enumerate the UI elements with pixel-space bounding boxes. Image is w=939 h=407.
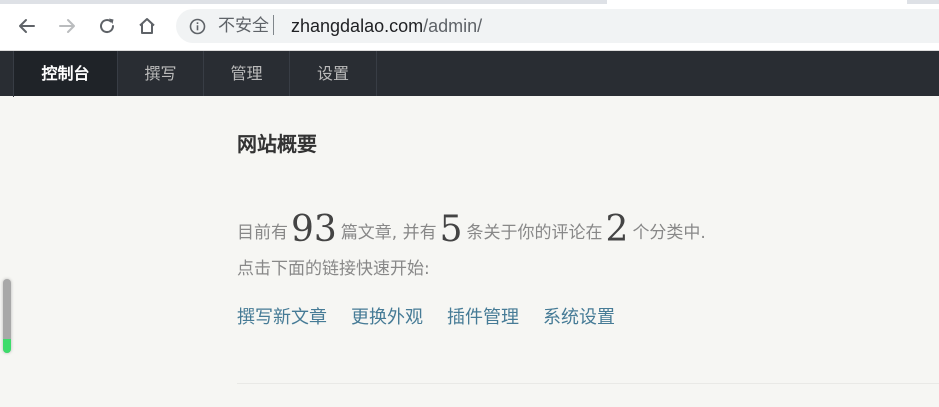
admin-nav: 控制台 撰写 管理 设置 [0, 50, 939, 97]
tab-strip [0, 0, 939, 4]
stats-posts-suffix: 篇文章, 并有 [340, 223, 437, 243]
forward-button[interactable] [53, 12, 81, 40]
page-title: 网站概要 [237, 132, 317, 156]
info-icon[interactable] [189, 18, 206, 35]
category-count: 2 [605, 209, 629, 250]
reload-button[interactable] [93, 12, 121, 40]
back-button[interactable] [13, 12, 41, 40]
comment-count: 5 [439, 209, 463, 250]
nav-item-settings[interactable]: 设置 [290, 51, 377, 96]
nav-item-write[interactable]: 撰写 [118, 51, 204, 96]
back-icon [19, 19, 35, 33]
url-path: /admin/ [423, 16, 483, 36]
change-theme-link[interactable]: 更换外观 [351, 305, 423, 331]
write-post-link[interactable]: 撰写新文章 [237, 305, 327, 331]
system-settings-link[interactable]: 系统设置 [543, 305, 615, 331]
scroll-indicator[interactable] [3, 279, 11, 353]
quick-start-text: 点击下面的链接快速开始: [237, 259, 430, 279]
scroll-indicator-fill [3, 338, 11, 353]
content-divider [237, 383, 939, 384]
forward-icon [59, 19, 75, 33]
quick-links: 撰写新文章 更换外观 插件管理 系统设置 [237, 305, 639, 331]
security-label[interactable]: 不安全 [218, 15, 269, 37]
browser-toolbar: 不安全 zhangdalao.com/admin/ [0, 0, 939, 50]
stats-prefix: 目前有 [237, 223, 288, 243]
url-text[interactable]: zhangdalao.com/admin/ [291, 14, 482, 38]
stats-categories-suffix: 个分类中. [632, 223, 706, 243]
address-bar[interactable]: 不安全 zhangdalao.com/admin/ [176, 9, 939, 43]
site-stats: 目前有93 篇文章, 并有5 条关于你的评论在2 个分类中. [237, 208, 706, 255]
home-icon [139, 18, 155, 34]
nav-item-manage[interactable]: 管理 [204, 51, 290, 96]
url-separator [273, 15, 274, 35]
post-count: 93 [291, 209, 337, 250]
url-host: zhangdalao.com [291, 16, 424, 36]
stats-comments-suffix: 条关于你的评论在 [466, 223, 603, 243]
plugin-management-link[interactable]: 插件管理 [447, 305, 519, 331]
reload-icon [100, 18, 115, 34]
nav-item-dashboard[interactable]: 控制台 [14, 51, 118, 96]
active-tab[interactable] [607, 0, 907, 4]
home-button[interactable] [133, 12, 161, 40]
